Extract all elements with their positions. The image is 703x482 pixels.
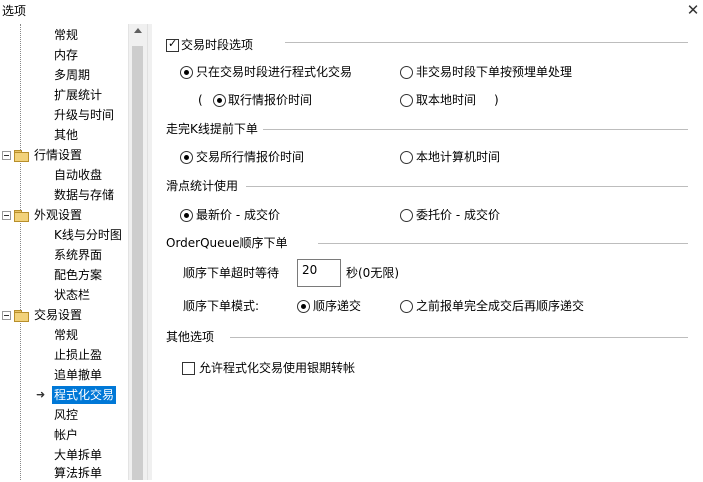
only-in-period-label: 只在交易时段进行程式化交易 [196,65,353,79]
after-fill-radio[interactable] [400,300,413,313]
tree-item-kline-timeshare[interactable]: K线与分时图 [54,226,122,244]
tree-item-risk-control[interactable]: 风控 [54,406,78,424]
other-options-title: 其他选项 [166,330,215,344]
collapse-icon[interactable] [2,311,11,320]
exchange-time-radio[interactable] [180,151,193,164]
tree-line [20,220,21,316]
non-period-radio[interactable] [400,66,413,79]
slippage-title: 滑点统计使用 [166,179,239,193]
tree-item-account[interactable]: 帐户 [54,426,78,444]
local-calc-radio[interactable] [400,151,413,164]
divider [318,243,688,244]
tree-item-multi-period[interactable]: 多周期 [54,66,90,84]
tree-item-upgrade-time[interactable]: 升级与时间 [54,106,114,124]
kline-order-title: 走完K线提前下单 [166,122,258,136]
tree-item-memory[interactable]: 内存 [54,46,78,64]
folder-icon [14,150,29,162]
current-arrow-icon: ➜ [36,388,46,401]
window-title: 选项 [2,4,27,18]
close-icon[interactable]: ✕ [684,0,702,20]
bank-transfer-label: 允许程式化交易使用银期转帐 [199,361,356,375]
folder-icon [14,210,29,222]
divider [285,42,688,43]
tree-item-market-settings[interactable]: 行情设置 [34,146,82,164]
tree-item-stop-loss[interactable]: 止损止盈 [54,346,102,364]
market-time-label: 取行情报价时间 [228,93,313,107]
divider [263,129,688,130]
tree-item-auto-close[interactable]: 自动收盘 [54,166,102,184]
non-period-label: 非交易时段下单按预埋单处理 [416,65,573,79]
tree-item-color-scheme[interactable]: 配色方案 [54,266,102,284]
tree-item-trade-general[interactable]: 常规 [54,326,78,344]
exchange-time-label: 交易所行情报价时间 [196,150,305,164]
tree-item-ext-stats[interactable]: 扩展统计 [54,86,102,104]
tree-line [20,320,21,480]
bank-transfer-checkbox[interactable] [182,362,195,375]
timeout-input[interactable]: 20 [297,259,341,287]
local-time-label: 取本地时间 [416,93,477,107]
order-queue-title: OrderQueue顺序下单 [166,236,288,250]
tree-item-data-storage[interactable]: 数据与存储 [54,186,114,204]
tree-item-chase-cancel[interactable]: 追单撤单 [54,366,102,384]
collapse-icon[interactable] [2,211,11,220]
tree-item-general[interactable]: 常规 [54,26,78,44]
local-calc-label: 本地计算机时间 [416,150,501,164]
paren-open: ( [198,93,203,107]
folder-icon [14,310,29,322]
tree-item-trade-settings[interactable]: 交易设置 [34,306,82,324]
local-time-radio[interactable] [400,94,413,107]
divider [246,186,688,187]
tree-item-big-split[interactable]: 大单拆单 [54,446,102,464]
latest-price-radio[interactable] [180,209,193,222]
order-price-label: 委托价 - 成交价 [416,208,500,222]
timeout-label: 顺序下单超时等待 [183,266,280,280]
after-fill-label: 之前报单完全成交后再顺序递交 [416,299,585,313]
sequential-radio[interactable] [297,300,310,313]
tree-item-algo-split[interactable]: 算法拆单 [54,464,102,482]
tree-item-status-bar[interactable]: 状态栏 [54,286,90,304]
tree-item-appearance[interactable]: 外观设置 [34,206,82,224]
title-bar: 选项 ✕ [0,0,703,22]
trading-period-checkbox[interactable] [166,37,179,52]
order-mode-label: 顺序下单模式: [183,299,260,313]
divider [230,337,688,338]
tree-item-other[interactable]: 其他 [54,126,78,144]
latest-price-label: 最新价 - 成交价 [196,208,280,222]
market-time-radio[interactable] [213,94,226,107]
timeout-unit: 秒(0无限) [346,266,399,280]
paren-close: ) [494,93,499,107]
scroll-thumb[interactable] [132,46,143,480]
order-price-radio[interactable] [400,209,413,222]
collapse-icon[interactable] [2,151,11,160]
only-in-period-radio[interactable] [180,66,193,79]
sequential-label: 顺序递交 [313,299,362,313]
trading-period-label: 交易时段选项 [181,38,254,52]
tree-scrollbar[interactable] [128,24,147,480]
tree-item-algo-trading[interactable]: 程式化交易 [52,386,117,404]
scroll-up-icon[interactable] [134,28,142,33]
tree-item-system-ui[interactable]: 系统界面 [54,246,102,264]
tree-line [20,24,21,154]
